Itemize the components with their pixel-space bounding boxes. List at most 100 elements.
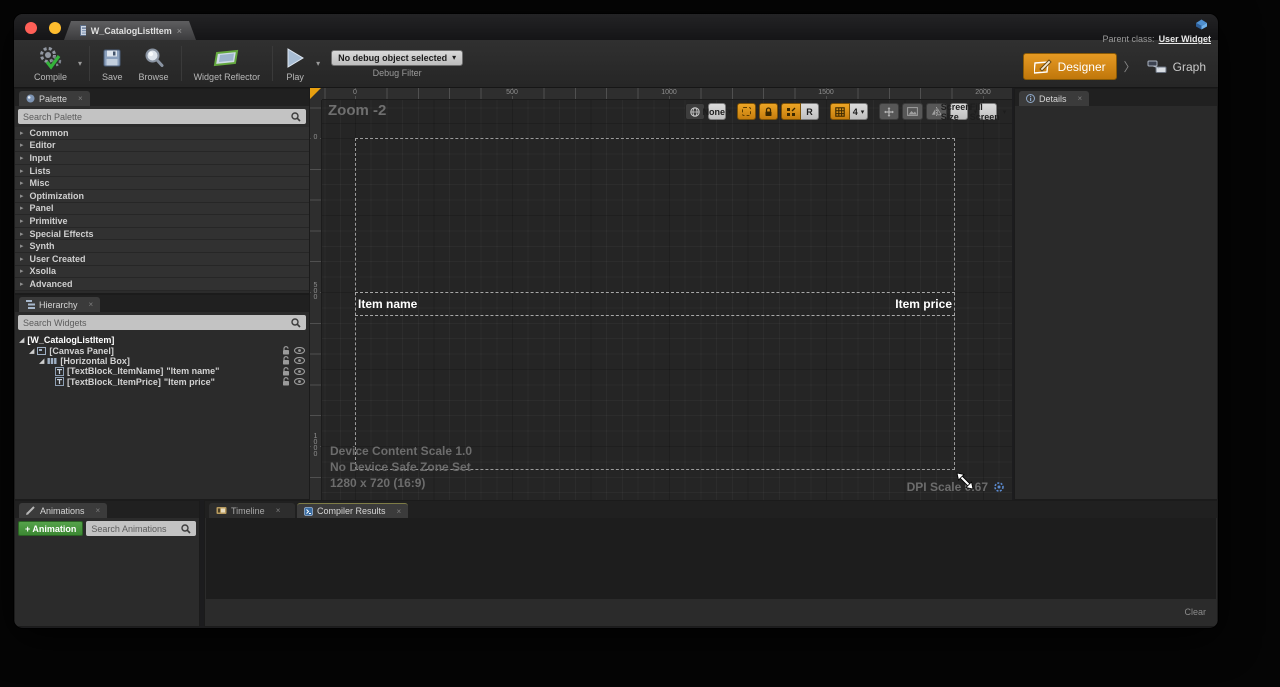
compile-options-caret-icon[interactable]: ▾	[75, 59, 85, 68]
palette-category-common[interactable]: ▸Common	[15, 127, 309, 140]
palette-category-user-created[interactable]: ▸User Created	[15, 253, 309, 266]
expand-arrow-icon[interactable]: ▸	[20, 204, 24, 212]
titlebar[interactable]: W_CatalogListItem ×	[14, 14, 1218, 40]
designer-mode-button[interactable]: Designer	[1023, 53, 1117, 80]
close-panel-icon[interactable]: ×	[1078, 94, 1083, 103]
close-panel-icon[interactable]: ×	[89, 300, 94, 309]
close-tab-icon[interactable]: ×	[177, 26, 182, 36]
save-button[interactable]: Save	[94, 40, 131, 87]
play-options-caret-icon[interactable]: ▾	[313, 59, 323, 68]
tree-row-canvas-panel[interactable]: ◢ [Canvas Panel]	[15, 345, 309, 355]
image-icon	[907, 107, 918, 116]
compiler-results-log[interactable]	[206, 518, 1216, 600]
close-panel-icon[interactable]: ×	[397, 507, 402, 516]
flow-direction-dropdown[interactable]: None▾	[708, 103, 726, 120]
dpi-settings-gear-icon[interactable]	[993, 481, 1005, 493]
lock-icon[interactable]	[282, 346, 290, 355]
palette-category-primitive[interactable]: ▸Primitive	[15, 215, 309, 228]
tab-animations[interactable]: Animations ×	[19, 503, 107, 518]
expand-arrow-icon[interactable]: ▸	[20, 179, 24, 187]
safe-zone-label: No Device Safe Zone Set	[330, 459, 472, 475]
asset-tab[interactable]: W_CatalogListItem ×	[64, 21, 196, 40]
collapse-arrow-icon[interactable]: ◢	[19, 336, 24, 344]
compile-gears-icon	[38, 46, 64, 70]
expand-arrow-icon[interactable]: ▸	[20, 141, 24, 149]
close-panel-icon[interactable]: ×	[96, 506, 101, 515]
tree-row-horizontal-box[interactable]: ◢ [Horizontal Box]	[15, 356, 309, 366]
preview-background-button[interactable]	[902, 103, 923, 120]
transform-mode-button[interactable]	[879, 103, 899, 120]
palette-category-input[interactable]: ▸Input	[15, 152, 309, 165]
dpi-scale-label: DPI Scale 0.67	[907, 480, 988, 494]
expand-arrow-icon[interactable]: ▸	[20, 242, 24, 250]
palette-category-xsolla[interactable]: ▸Xsolla	[15, 266, 309, 279]
tree-row-textblock-itemname[interactable]: [TextBlock_ItemName] "Item name"	[15, 366, 309, 376]
expand-arrow-icon[interactable]: ▸	[20, 217, 24, 225]
clear-log-button[interactable]: Clear	[1184, 607, 1206, 617]
grid-snap-toggle-button[interactable]	[781, 103, 801, 120]
tree-row-root[interactable]: ◢ [W_CatalogListItem]	[15, 335, 309, 345]
debug-object-dropdown[interactable]: No debug object selected ▾	[331, 50, 463, 66]
expand-arrow-icon[interactable]: ▸	[20, 192, 24, 200]
palette-search-input[interactable]: Search Palette	[18, 109, 306, 124]
expand-arrow-icon[interactable]: ▸	[20, 167, 24, 175]
tab-compiler-results[interactable]: Compiler Results ×	[297, 503, 408, 518]
lock-icon[interactable]	[282, 356, 290, 365]
timeline-icon	[216, 506, 227, 515]
outline-toggle-button[interactable]	[737, 103, 756, 120]
horizontal-box-widget[interactable]: Item name Item price	[355, 292, 955, 316]
palette-category-lists[interactable]: ▸Lists	[15, 165, 309, 178]
close-panel-icon[interactable]: ×	[78, 94, 83, 103]
widget-reflector-button[interactable]: Widget Reflector	[186, 40, 269, 87]
item-price-text[interactable]: Item price	[895, 297, 952, 311]
item-name-text[interactable]: Item name	[358, 297, 417, 311]
tab-hierarchy[interactable]: Hierarchy ×	[19, 297, 100, 312]
visibility-eye-icon[interactable]	[294, 368, 305, 375]
animations-search-input[interactable]: Search Animations	[86, 521, 196, 536]
tab-palette[interactable]: Palette ×	[19, 91, 90, 106]
collapse-arrow-icon[interactable]: ◢	[29, 347, 34, 355]
expand-arrow-icon[interactable]: ▸	[20, 267, 24, 275]
expand-arrow-icon[interactable]: ▸	[20, 230, 24, 238]
lock-widgets-button[interactable]	[759, 103, 778, 120]
lock-icon[interactable]	[282, 377, 290, 386]
grid-size-dropdown[interactable]: 4▾	[850, 103, 868, 120]
palette-category-editor[interactable]: ▸Editor	[15, 140, 309, 153]
visibility-eye-icon[interactable]	[294, 347, 305, 354]
collapse-arrow-icon[interactable]: ◢	[39, 357, 44, 365]
palette-category-panel[interactable]: ▸Panel	[15, 203, 309, 216]
compile-button[interactable]: Compile	[26, 40, 75, 87]
minimize-window-button[interactable]	[49, 22, 61, 34]
expand-arrow-icon[interactable]: ▸	[20, 129, 24, 137]
play-button[interactable]: Play	[277, 40, 313, 87]
browse-button[interactable]: Browse	[131, 40, 177, 87]
fill-screen-dropdown[interactable]: Fill Screen▾	[979, 103, 997, 120]
palette-category-special-effects[interactable]: ▸Special Effects	[15, 228, 309, 241]
screen-size-dropdown[interactable]: Screen Size▾	[950, 103, 968, 120]
visibility-eye-icon[interactable]	[294, 357, 305, 364]
graph-mode-button[interactable]: Graph	[1143, 60, 1210, 74]
hierarchy-search-input[interactable]: Search Widgets	[18, 315, 306, 330]
palette-category-misc[interactable]: ▸Misc	[15, 177, 309, 190]
tree-row-textblock-itemprice[interactable]: [TextBlock_ItemPrice] "Item price"	[15, 377, 309, 387]
expand-arrow-icon[interactable]: ▸	[20, 154, 24, 162]
grid-toggle-button[interactable]	[830, 103, 850, 120]
palette-category-synth[interactable]: ▸Synth	[15, 240, 309, 253]
expand-arrow-icon[interactable]: ▸	[20, 255, 24, 263]
close-window-button[interactable]	[25, 22, 37, 34]
lock-icon[interactable]	[282, 367, 290, 376]
hierarchy-tab-label: Hierarchy	[39, 300, 78, 310]
palette-category-optimization[interactable]: ▸Optimization	[15, 190, 309, 203]
designer-viewport[interactable]: 0 500 1000 1500 2000 0 500 1000 Zoom -2 …	[310, 88, 1012, 500]
tab-timeline[interactable]: Timeline ×	[209, 503, 295, 518]
add-animation-button[interactable]: + Animation	[18, 521, 83, 536]
visibility-eye-icon[interactable]	[294, 378, 305, 385]
parent-class-link[interactable]: User Widget	[1159, 34, 1211, 44]
tutorial-hint-icon[interactable]	[1195, 19, 1208, 30]
grid-snap-rotation-button[interactable]: R	[801, 103, 819, 120]
expand-arrow-icon[interactable]: ▸	[20, 280, 24, 288]
timeline-tab-label: Timeline	[231, 506, 265, 516]
palette-category-advanced[interactable]: ▸Advanced	[15, 278, 309, 291]
tab-details[interactable]: Details ×	[1019, 91, 1089, 106]
close-panel-icon[interactable]: ×	[276, 506, 281, 515]
